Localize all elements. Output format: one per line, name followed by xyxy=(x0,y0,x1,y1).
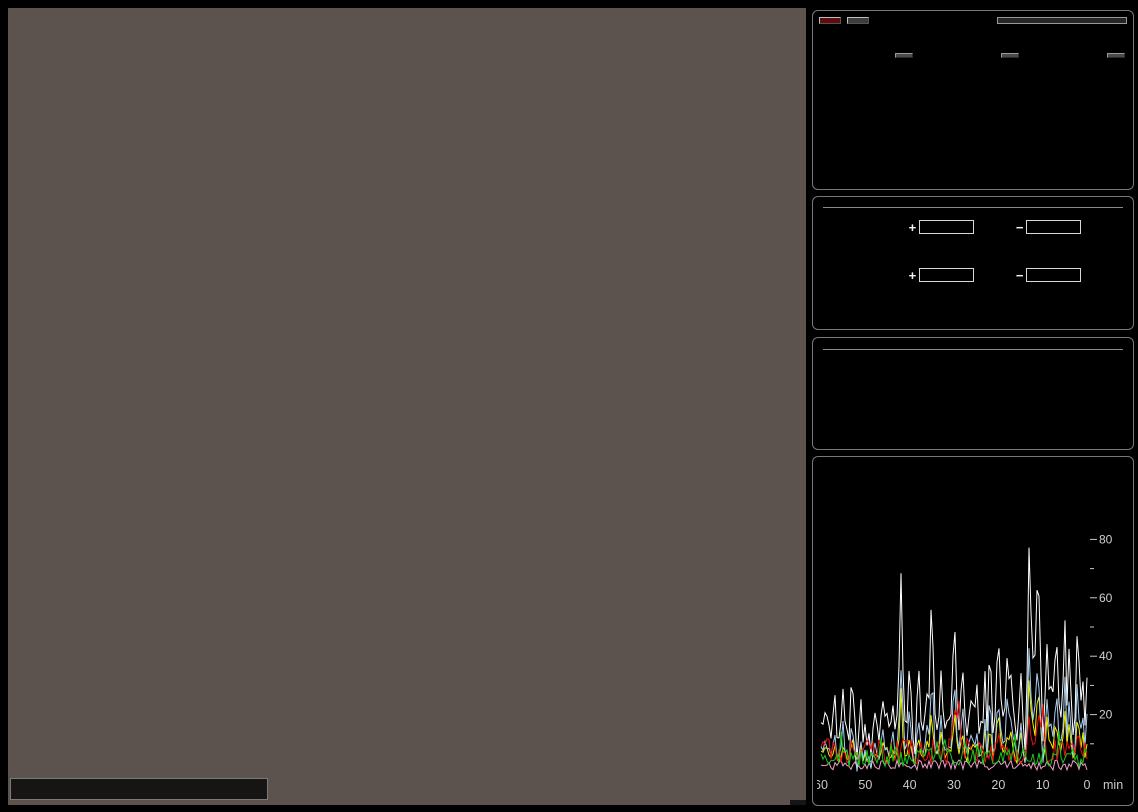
plus-sign: + xyxy=(909,220,919,235)
map-legend xyxy=(10,778,268,800)
trend-x-unit: min xyxy=(1103,778,1123,792)
trend-x-label: 60 xyxy=(817,778,828,792)
cg-minus-bar xyxy=(1026,220,1081,234)
trend-x-label: 40 xyxy=(903,778,917,792)
distribution-title xyxy=(823,204,1123,208)
trend-y-label: 20 xyxy=(1099,708,1113,722)
trend-y-label: 60 xyxy=(1099,591,1113,605)
lightning-map[interactable] xyxy=(8,8,806,805)
trend-x-label: 20 xyxy=(991,778,1005,792)
noises-per-min-label xyxy=(1107,53,1125,58)
map-image[interactable] xyxy=(8,8,806,805)
trend-graph: 20 40 60 80 60 50 40 30 20 10 0 min xyxy=(817,533,1129,801)
strike-counter-panel xyxy=(812,10,1134,190)
ic-plus-bar xyxy=(919,268,974,282)
trend-y-label: 40 xyxy=(1099,649,1113,663)
trend-x-label: 10 xyxy=(1036,778,1050,792)
copyright-label xyxy=(790,800,806,805)
minus-sign: − xyxy=(1016,220,1026,235)
nexstorm-window: + − + − xyxy=(0,0,1138,812)
cg-plus-bar xyxy=(919,220,974,234)
trend-x-label: 50 xyxy=(858,778,872,792)
bearing-box xyxy=(997,17,1127,24)
ic-minus-bar xyxy=(1026,268,1081,282)
trend-panel: 20 40 60 80 60 50 40 30 20 10 0 min xyxy=(812,456,1134,806)
trend-x-label: 0 xyxy=(1084,778,1091,792)
trend-series-green xyxy=(821,731,1087,767)
plus-sign: + xyxy=(909,268,919,283)
datetime-display xyxy=(823,344,1123,350)
noise-button[interactable] xyxy=(847,17,869,24)
close-per-min-label xyxy=(1001,53,1019,58)
status-panel xyxy=(812,337,1134,450)
strikes-per-min-label xyxy=(895,53,913,58)
trend-y-label: 80 xyxy=(1099,533,1113,546)
minus-sign: − xyxy=(1016,268,1026,283)
type-distribution-panel: + − + − xyxy=(812,196,1134,330)
legend-header-row xyxy=(15,781,263,796)
trend-x-label: 30 xyxy=(947,778,961,792)
strike-button[interactable] xyxy=(819,17,841,24)
